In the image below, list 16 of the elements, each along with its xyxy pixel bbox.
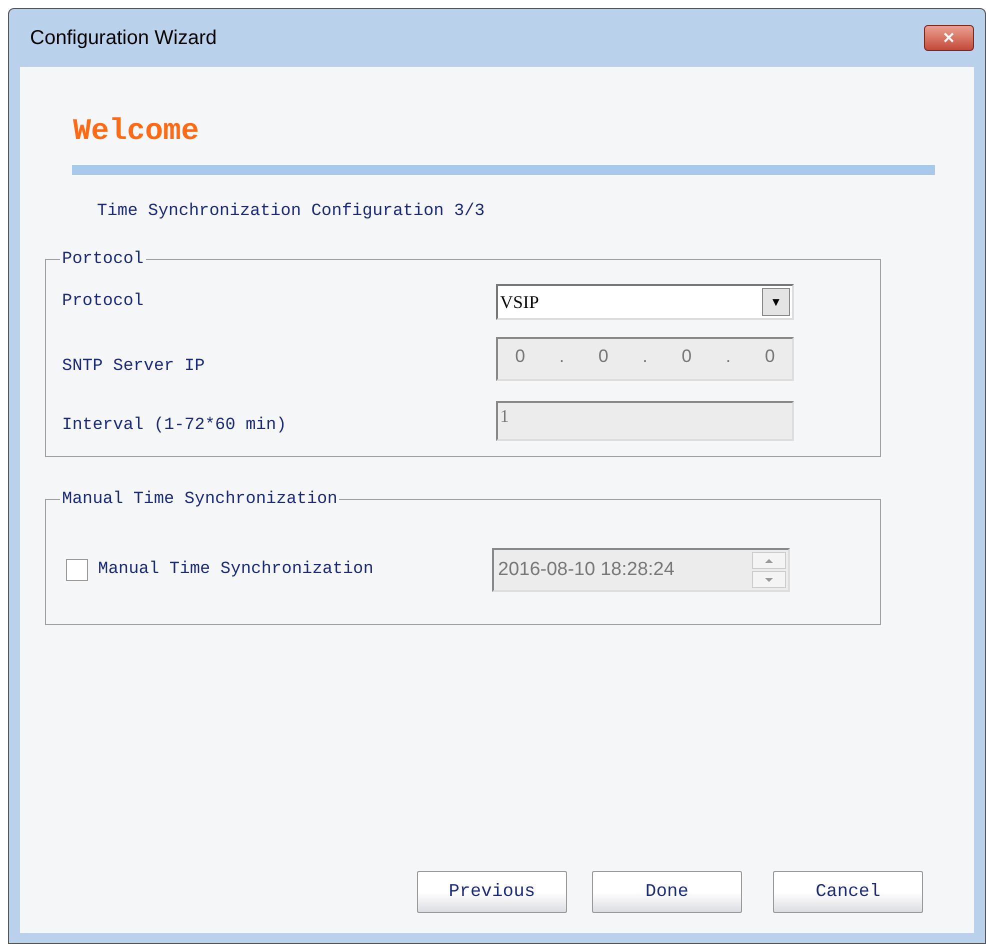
window-title: Configuration Wizard	[29, 26, 217, 51]
wizard-button[interactable]: Previous	[417, 871, 567, 913]
field-label: Protocol	[62, 291, 144, 314]
checkbox[interactable]	[66, 559, 88, 581]
field-label: SNTP Server IP	[62, 356, 205, 378]
manual-sync-checkbox[interactable]: Manual Time Synchronization	[66, 557, 374, 583]
down-arrow-icon	[765, 578, 773, 582]
wizard-button[interactable]: Cancel	[773, 871, 923, 913]
wizard-button[interactable]: Done	[592, 871, 742, 913]
field-label: Interval (1-72*60 min)	[62, 415, 286, 438]
group-legend: Manual Time Synchronization	[60, 486, 340, 512]
protocol-dropdown[interactable]: VSIP ▼	[496, 284, 794, 320]
up-arrow-icon	[765, 558, 773, 562]
step-text: Time Synchronization Configuration 3/3	[97, 201, 485, 223]
group-legend: Portocol	[60, 246, 146, 272]
welcome-heading: Welcome	[73, 117, 200, 147]
